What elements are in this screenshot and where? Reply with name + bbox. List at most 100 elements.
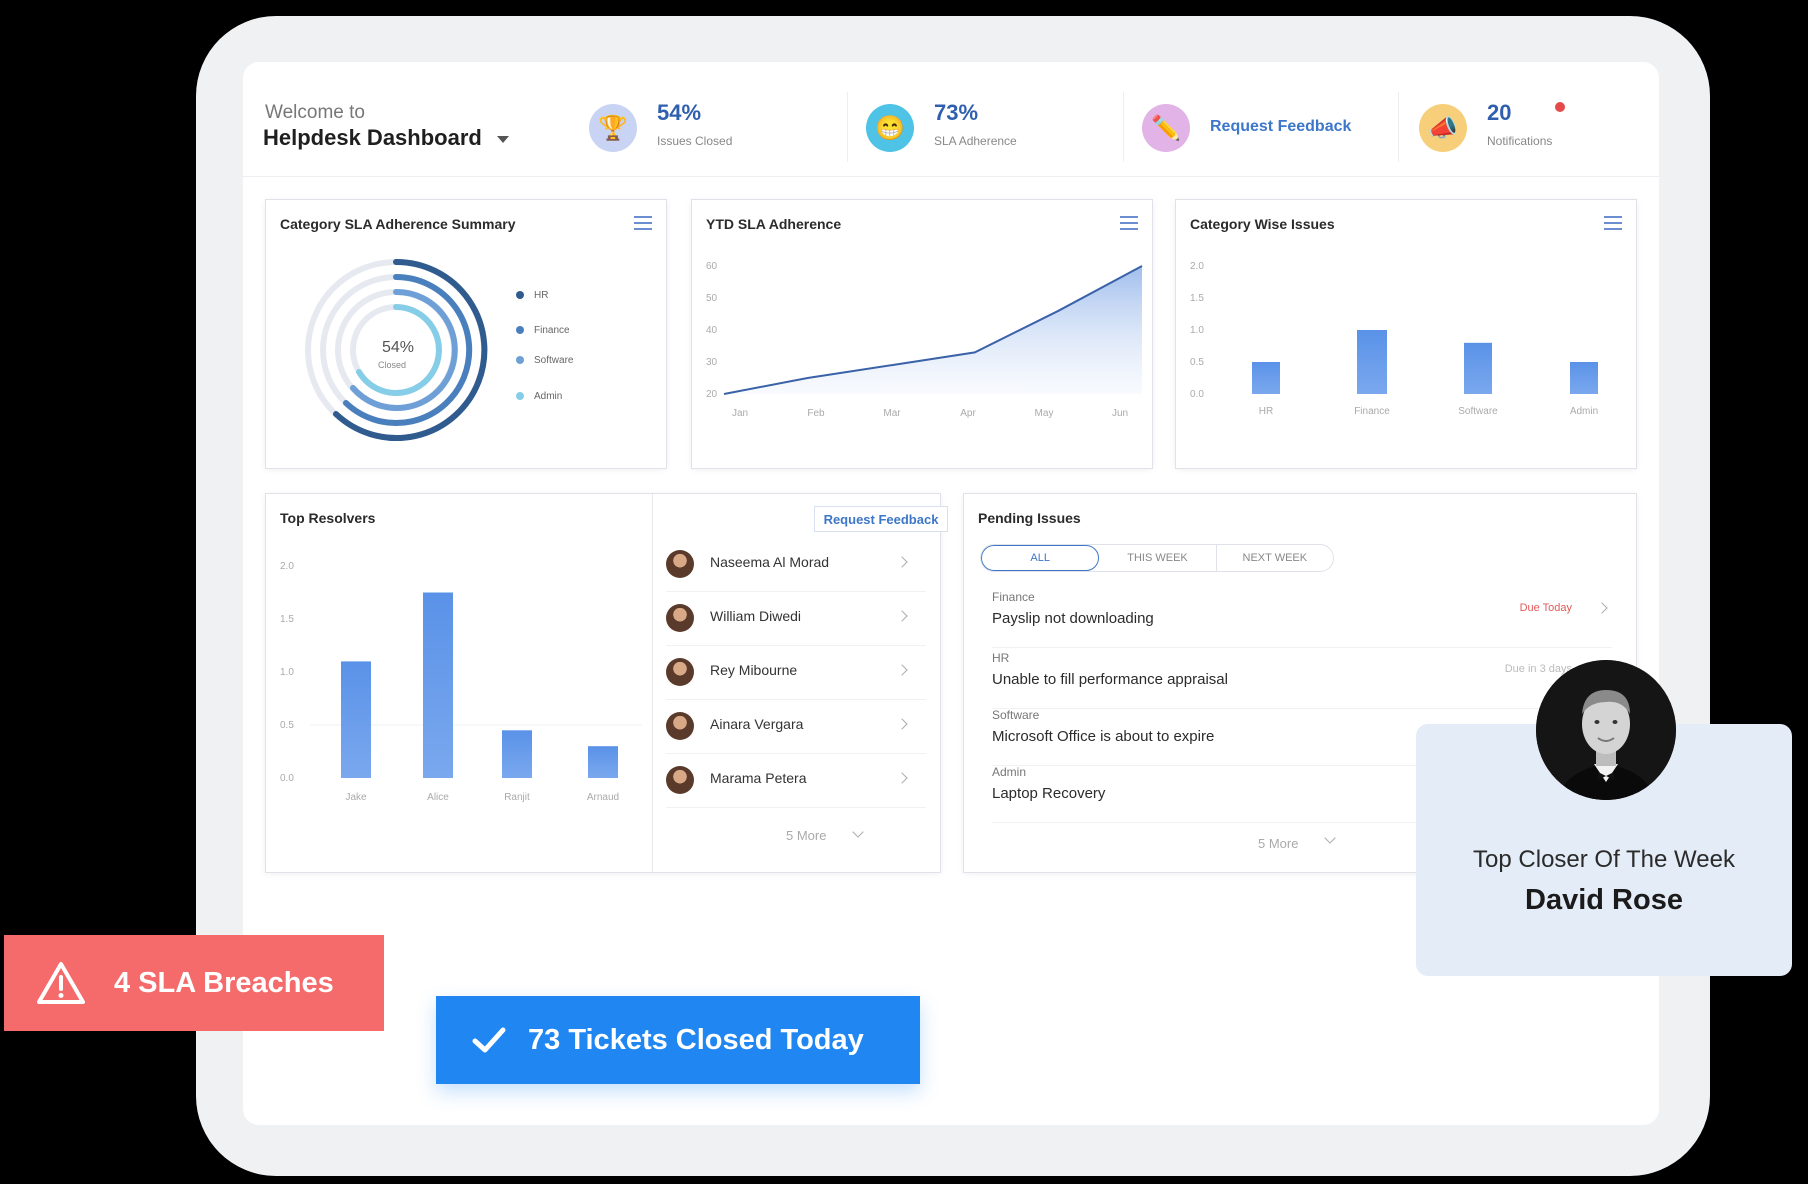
y-tick-label: 1.5 (280, 614, 294, 625)
bar (341, 661, 371, 778)
chevron-down-icon[interactable] (1324, 832, 1336, 844)
y-tick-label: 0.0 (280, 773, 294, 784)
tab-this-week[interactable]: THIS WEEK (1099, 545, 1217, 571)
avatar (666, 712, 694, 740)
issue-title: Unable to fill performance appraisal (992, 671, 1228, 688)
x-tick-label: Jake (345, 792, 367, 803)
x-tick-label: Jun (1112, 408, 1128, 419)
resolver-name: Naseema Al Morad (710, 554, 830, 570)
ytd-chart: 60 50 40 30 20 Jan Feb Mar Apr May Jun (706, 261, 1143, 419)
top-closer-photo (1536, 660, 1676, 800)
center-value: 54% (382, 339, 414, 356)
legend-finance: Finance (516, 325, 570, 336)
resolver-row[interactable]: Rey Mibourne (666, 646, 926, 700)
dashboard-dropdown-icon[interactable] (497, 136, 509, 143)
issue-row[interactable]: Finance Payslip not downloading Due Toda… (992, 590, 1612, 648)
resolver-row[interactable]: William Diwedi (666, 592, 926, 646)
issue-title: Payslip not downloading (992, 610, 1154, 627)
issue-due: Due in 3 days (1504, 663, 1572, 675)
tickets-closed-banner[interactable]: 73 Tickets Closed Today (436, 996, 920, 1084)
issue-category: HR (992, 651, 1010, 665)
smiley-icon: 😁 (866, 104, 914, 152)
category-chart: 2.0 1.5 1.0 0.5 0.0 HR Finance Software Admin (1190, 261, 1598, 417)
request-feedback-button[interactable]: Request Feedback (814, 506, 948, 532)
check-icon (472, 1027, 506, 1053)
card-title: YTD SLA Adherence (706, 216, 842, 232)
welcome-text: Welcome to (265, 102, 365, 123)
tickets-closed-text: 73 Tickets Closed Today (528, 1023, 864, 1056)
y-tick-label: 40 (706, 325, 718, 336)
legend-dot (516, 356, 524, 365)
resolvers-more-link[interactable]: 5 More (786, 828, 826, 843)
y-tick-label: 0.5 (280, 720, 294, 731)
pending-more-link[interactable]: 5 More (1258, 836, 1298, 851)
avatar (666, 766, 694, 794)
ytd-card: YTD SLA Adherence 60 50 40 30 20 Jan Feb Mar Apr… (691, 199, 1153, 469)
notification-dot (1555, 102, 1565, 112)
resolver-row[interactable]: Naseema Al Morad (666, 538, 926, 592)
chevron-right-icon (896, 556, 908, 568)
chevron-right-icon (1596, 602, 1608, 614)
bar (588, 746, 618, 778)
x-tick-label: Apr (960, 408, 976, 419)
x-tick-label: May (1035, 408, 1054, 419)
sla-breaches-text: 4 SLA Breaches (114, 966, 334, 999)
dashboard-title[interactable]: Helpdesk Dashboard (263, 125, 482, 151)
x-tick-label: HR (1259, 406, 1273, 417)
avatar (666, 550, 694, 578)
list-icon[interactable] (634, 216, 652, 232)
legend-hr: HR (516, 290, 548, 301)
pending-tabs: ALL THIS WEEK NEXT WEEK (980, 544, 1334, 572)
bar (1464, 342, 1492, 394)
legend-dot (516, 291, 524, 300)
request-feedback-link[interactable]: Request Feedback (1210, 118, 1351, 136)
issue-title: Microsoft Office is about to expire (992, 728, 1215, 745)
avatar (666, 604, 694, 632)
sla-adherence-label: SLA Adherence (934, 134, 1017, 148)
x-tick-label: Feb (807, 408, 825, 419)
trophy-icon: 🏆 (589, 104, 637, 152)
x-tick-label: Arnaud (587, 792, 619, 803)
sla-breaches-banner[interactable]: 4 SLA Breaches (4, 935, 384, 1031)
resolver-row[interactable]: Marama Petera (666, 754, 926, 808)
avatar (666, 658, 694, 686)
issue-row[interactable]: HR Unable to fill performance appraisal … (992, 651, 1612, 709)
sla-adherence-value: 73% (934, 100, 979, 125)
issue-title: Laptop Recovery (992, 785, 1106, 802)
top-closer-label: Top Closer Of The Week (1473, 846, 1735, 873)
list-icon[interactable] (1604, 216, 1622, 232)
top-resolvers-card: Top Resolvers 2.0 1.5 1.0 0.5 0.0 Jake Alice Ra… (265, 493, 948, 873)
resolver-row[interactable]: Ainara Vergara (666, 700, 926, 754)
resolver-name: Rey Mibourne (710, 662, 798, 678)
issue-due: Due Today (1519, 602, 1572, 614)
tab-all[interactable]: ALL (981, 545, 1100, 571)
x-tick-label: Finance (1354, 406, 1390, 417)
divider (847, 92, 848, 162)
y-tick-label: 60 (706, 261, 718, 272)
y-tick-label: 1.0 (1190, 325, 1204, 336)
resolvers-chart: 2.0 1.5 1.0 0.5 0.0 Jake Alice Ranjit Arnaud (280, 561, 642, 803)
x-tick-label: Ranjit (504, 792, 530, 803)
divider (652, 494, 653, 872)
divider (1398, 92, 1399, 162)
notifications-label: Notifications (1487, 134, 1553, 148)
legend-admin: Admin (516, 391, 562, 402)
bar (1357, 330, 1387, 394)
y-tick-label: 50 (706, 293, 718, 304)
x-tick-label: Alice (427, 792, 449, 803)
bar (423, 592, 453, 778)
top-closer-name: David Rose (1525, 884, 1683, 916)
tab-next-week[interactable]: NEXT WEEK (1217, 545, 1333, 571)
chevron-down-icon[interactable] (852, 826, 864, 838)
pencil-icon: ✏️ (1142, 104, 1190, 152)
warning-icon (37, 962, 85, 1004)
card-title: Category Wise Issues (1190, 216, 1335, 232)
category-wise-card: Category Wise Issues 2.0 1.5 1.0 0.5 0.0 HR Fi… (1175, 199, 1637, 469)
list-icon[interactable] (1120, 216, 1138, 232)
y-tick-label: 0.5 (1190, 357, 1204, 368)
x-tick-label: Jan (732, 408, 748, 419)
y-tick-label: 0.0 (1190, 389, 1204, 400)
issues-closed-value: 54% (657, 100, 702, 125)
y-tick-label: 30 (706, 357, 718, 368)
y-tick-label: 20 (706, 389, 718, 400)
